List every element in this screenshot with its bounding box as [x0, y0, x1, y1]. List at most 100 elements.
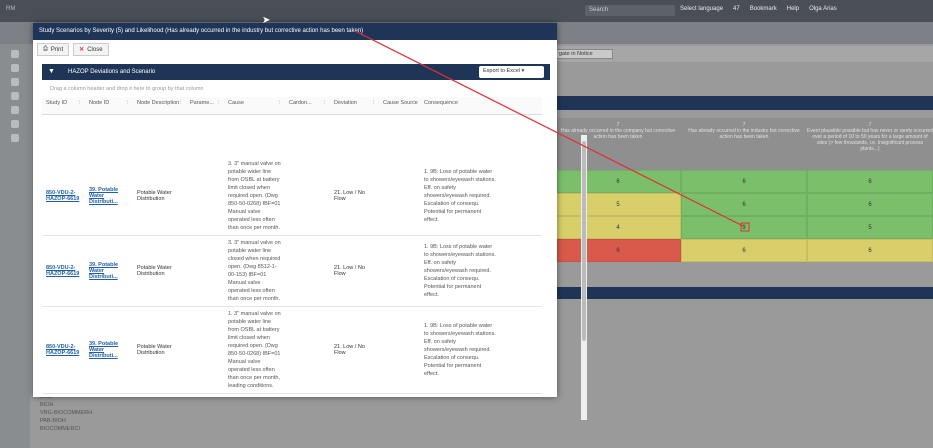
notice-select[interactable]: gate in Notice: [555, 49, 613, 59]
user-menu[interactable]: Olga Arias: [809, 6, 837, 12]
bookmark-button[interactable]: Bookmark: [750, 6, 777, 12]
tree-item[interactable]: BIOCOMMERCI: [40, 425, 160, 433]
help-button[interactable]: Help: [787, 6, 799, 12]
table-row[interactable]: 850-VDU-2-HAZOP-6619 39. Potable Water Di…: [42, 157, 542, 236]
close-icon: ✕: [79, 47, 85, 53]
cell-consequence: 1. 9B: Loss of potable water to showers/…: [424, 244, 496, 298]
column-menu-icon[interactable]: ⋮: [216, 100, 222, 106]
cell-empty: [186, 236, 224, 306]
modal-title: Study Scenarios by Severity (5) and Like…: [33, 23, 557, 40]
cell-node-desc: Potable Water Distribution: [137, 344, 172, 356]
filter-icon[interactable]: ▼: [48, 68, 55, 75]
cell-study-id[interactable]: 850-VDU-2-HAZOP-6619: [42, 157, 85, 235]
cell-empty: [285, 157, 330, 235]
cell-empty: [379, 157, 420, 235]
scenarios-table: Study ID ⋮ Node ID ⋮ Node Description ⋮ Parame…: [42, 97, 542, 397]
export-excel-button[interactable]: Export to Excel ▾: [479, 66, 544, 78]
column-menu-icon[interactable]: ⋮: [77, 100, 83, 106]
cell-cause: 1. 3" manual valve on potable water line…: [228, 311, 281, 389]
matrix-cell[interactable]: 6: [555, 239, 681, 262]
leaf-icon[interactable]: [11, 106, 19, 114]
matrix-cell[interactable]: 6: [681, 193, 807, 216]
matrix-cell[interactable]: 6: [807, 193, 933, 216]
matrix-cell[interactable]: 4: [555, 216, 681, 239]
cell-node-id[interactable]: 39. Potable Water Distributi...: [85, 157, 133, 235]
cell-cause: 3. 3" manual valve on potable water line…: [228, 240, 281, 302]
column-header[interactable]: Cardon... ⋮: [285, 97, 330, 114]
document-icon[interactable]: [11, 92, 19, 100]
tree-item[interactable]: VRG-BIOCOMMERH: [40, 409, 160, 417]
group-by-hint: Drag a column header and drop it here to…: [50, 86, 204, 92]
matrix-col-header: 7 Has already occurred in the company but…: [560, 122, 676, 140]
matrix-col-header: 7 Event plausible possible but has never …: [807, 122, 933, 152]
matrix-cell[interactable]: 6: [555, 170, 681, 193]
column-menu-icon[interactable]: ⋮: [371, 100, 377, 106]
background-toolbar: gate in Notice: [555, 46, 933, 62]
cell-deviation: 21. Low / No Flow: [334, 190, 365, 202]
scenarios-modal: Study Scenarios by Severity (5) and Like…: [33, 23, 587, 420]
table-scrollbar[interactable]: [581, 135, 587, 420]
column-header[interactable]: Cause ⋮: [224, 97, 285, 114]
cell-consequence: 1. 9B: Loss of potable water to showers/…: [424, 169, 496, 223]
column-header[interactable]: Study ID ⋮: [42, 97, 85, 114]
cell-empty: [285, 236, 330, 306]
top-nav-bar: RM Search Select language 47 Bookmark He…: [0, 0, 933, 22]
matrix-header-band: [555, 96, 933, 110]
column-header[interactable]: Parame... ⋮: [186, 97, 224, 114]
column-header[interactable]: Node ID ⋮: [85, 97, 133, 114]
cell-deviation: 21. Low / No Flow: [334, 265, 365, 277]
app-logo: RM: [6, 6, 16, 12]
cell-study-id[interactable]: 850-VDU-2-HAZOP-6619: [42, 236, 85, 306]
print-button[interactable]: ⎙ Print: [37, 43, 70, 56]
matrix-col-header: 7 Has already occurred in the industry bu…: [688, 122, 800, 140]
column-header[interactable]: Node Description ⋮: [133, 97, 186, 114]
matrix-cell[interactable]: 6: [681, 170, 807, 193]
matrix-cell[interactable]: 6: [807, 170, 933, 193]
global-search-input[interactable]: Search: [585, 5, 675, 16]
cell-empty: [379, 236, 420, 306]
panel-header: ▼ HAZOP Deviations and Scenario Export t…: [42, 64, 550, 80]
search-icon[interactable]: [11, 78, 19, 86]
mouse-cursor-icon: ➤: [262, 15, 271, 26]
column-menu-icon[interactable]: ⋮: [178, 100, 184, 106]
tree-item[interactable]: PAB-BIOH: [40, 417, 160, 425]
matrix-cell[interactable]: 5: [555, 193, 681, 216]
table-row[interactable]: 850-VDU-2-HAZOP-6619 39. Potable Water Di…: [42, 307, 542, 394]
cell-node-id[interactable]: 39. Potable Water Distributi...: [85, 307, 133, 393]
star-icon[interactable]: [11, 134, 19, 142]
column-header[interactable]: Deviation ⋮: [330, 97, 379, 114]
notifications-count[interactable]: 47: [733, 6, 740, 12]
risk-matrix-header: 7 Has already occurred in the company but…: [555, 118, 933, 170]
tree-item[interactable]: BIOH: [40, 401, 160, 409]
column-menu-icon[interactable]: ⋮: [322, 100, 328, 106]
cell-empty: [186, 307, 224, 393]
cell-consequence: 1. 9B: Loss of potable water to showers/…: [424, 323, 496, 377]
cell-empty: [285, 307, 330, 393]
cell-empty: [379, 307, 420, 393]
matrix-cell[interactable]: 5: [807, 216, 933, 239]
column-header[interactable]: Consequence: [420, 97, 500, 114]
panel-title: HAZOP Deviations and Scenario: [68, 69, 156, 75]
table-header: Study ID ⋮ Node ID ⋮ Node Description ⋮ Parame…: [42, 97, 542, 115]
matrix-cell[interactable]: 6: [807, 239, 933, 262]
language-selector[interactable]: Select language: [680, 6, 723, 12]
cell-node-desc: Potable Water Distribution: [137, 190, 172, 202]
cell-cause: 3. 3" manual valve on potable water line…: [228, 161, 281, 231]
cell-node-desc: Potable Water Distribution: [137, 265, 172, 277]
risk-matrix-grid: 666566435666: [555, 170, 933, 262]
folder-icon[interactable]: [11, 50, 19, 58]
minus-icon[interactable]: [11, 120, 19, 128]
matrix-cell[interactable]: 3: [681, 216, 807, 239]
scrollbar-thumb[interactable]: [582, 141, 586, 341]
column-menu-icon[interactable]: ⋮: [277, 100, 283, 106]
column-header[interactable]: Cause Source ⋮: [379, 97, 420, 114]
matrix-cell[interactable]: 6: [681, 239, 807, 262]
matrix-footer-band: [555, 287, 933, 299]
grid-icon[interactable]: [11, 64, 19, 72]
table-row[interactable]: 850-VDU-2-HAZOP-6619 39. Potable Water Di…: [42, 236, 542, 307]
cell-node-id[interactable]: 39. Potable Water Distributi...: [85, 236, 133, 306]
column-menu-icon[interactable]: ⋮: [412, 100, 418, 106]
column-menu-icon[interactable]: ⋮: [125, 100, 131, 106]
cell-study-id[interactable]: 850-VDU-2-HAZOP-6619: [42, 307, 85, 393]
close-button[interactable]: ✕ Close: [73, 43, 109, 56]
